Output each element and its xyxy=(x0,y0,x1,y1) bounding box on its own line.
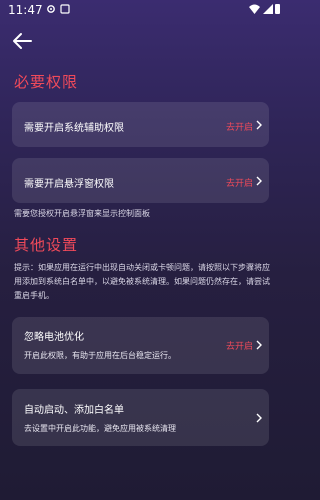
battery-icon xyxy=(275,4,280,14)
card-title: 自动启动、添加白名单 xyxy=(24,405,124,416)
card-description: 开启此权限，有助于应用在后台稳定运行。 xyxy=(24,351,176,360)
status-bar: 11:47 xyxy=(0,0,281,22)
chevron-right-icon xyxy=(256,340,262,350)
wifi-icon xyxy=(249,4,260,14)
chevron-right-icon xyxy=(256,176,262,186)
card-title: 需要开启悬浮窗权限 xyxy=(24,179,114,190)
required-section-title: 必要权限 xyxy=(14,73,79,91)
floating-window-note: 需要您授权开启悬浮窗来显示控制面板 xyxy=(14,209,150,218)
chevron-right-icon xyxy=(256,413,262,423)
other-section-title: 其他设置 xyxy=(14,236,79,254)
card-description: 去设置中开启此功能，避免应用被系统清理 xyxy=(24,424,176,433)
card-title: 忽略电池优化 xyxy=(24,332,84,343)
enable-action[interactable]: 去开启 xyxy=(226,120,253,133)
card-title: 需要开启系统辅助权限 xyxy=(24,123,124,134)
notification-icon xyxy=(60,4,70,14)
system-accessibility-card[interactable]: 需要开启系统辅助权限 去开启 xyxy=(12,102,269,147)
floating-window-card[interactable]: 需要开启悬浮窗权限 去开启 xyxy=(12,158,269,203)
signal-icon xyxy=(263,4,273,14)
chevron-right-icon xyxy=(256,120,262,130)
battery-optimization-card[interactable]: 忽略电池优化 开启此权限，有助于应用在后台稳定运行。 去开启 xyxy=(12,317,269,374)
enable-action[interactable]: 去开启 xyxy=(226,339,253,352)
enable-action[interactable]: 去开启 xyxy=(226,176,253,189)
autostart-whitelist-card[interactable]: 自动启动、添加白名单 去设置中开启此功能，避免应用被系统清理 xyxy=(12,389,269,446)
whitelist-tip: 提示：如果应用在运行中出现自动关闭或卡顿问题，请按照以下步骤将应用添加到系统白名… xyxy=(14,263,270,300)
back-arrow-icon[interactable] xyxy=(10,30,34,52)
status-time: 11:47 xyxy=(8,3,43,17)
settings-icon xyxy=(47,5,55,13)
